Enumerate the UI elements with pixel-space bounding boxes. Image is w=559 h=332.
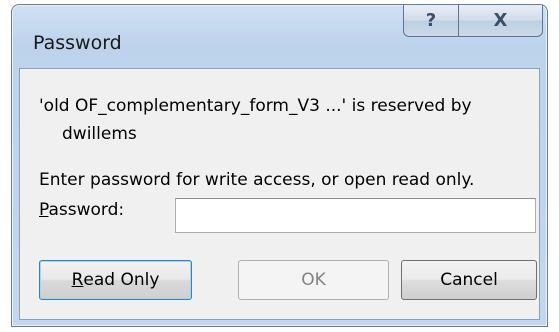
read-only-accelerator: R <box>71 270 84 290</box>
password-label-text: assword: <box>48 200 125 220</box>
dialog-title: Password <box>33 32 122 54</box>
instruction-text: Enter password for write access, or open… <box>39 170 475 190</box>
help-button[interactable]: ? <box>403 5 459 37</box>
read-only-label: ead Only <box>83 270 160 290</box>
reserved-by-user: dwillems <box>62 124 137 144</box>
help-icon: ? <box>425 10 437 31</box>
password-input[interactable] <box>175 198 536 233</box>
password-label-accelerator: P <box>39 200 49 220</box>
password-dialog: Password ? X 'old OF_complementary_form_… <box>11 4 548 327</box>
reserved-message-line1: 'old OF_complementary_form_V3 ...' is re… <box>39 96 472 116</box>
title-bar[interactable]: Password ? X <box>12 5 547 69</box>
ok-button[interactable]: OK <box>238 260 389 300</box>
close-icon: X <box>493 10 508 31</box>
read-only-button[interactable]: Read Only <box>39 260 192 300</box>
dialog-body: 'old OF_complementary_form_V3 ...' is re… <box>19 68 540 320</box>
cancel-button[interactable]: Cancel <box>401 260 537 300</box>
close-button[interactable]: X <box>459 5 543 37</box>
caption-buttons: ? X <box>403 5 543 37</box>
password-label: Password: <box>39 200 124 220</box>
